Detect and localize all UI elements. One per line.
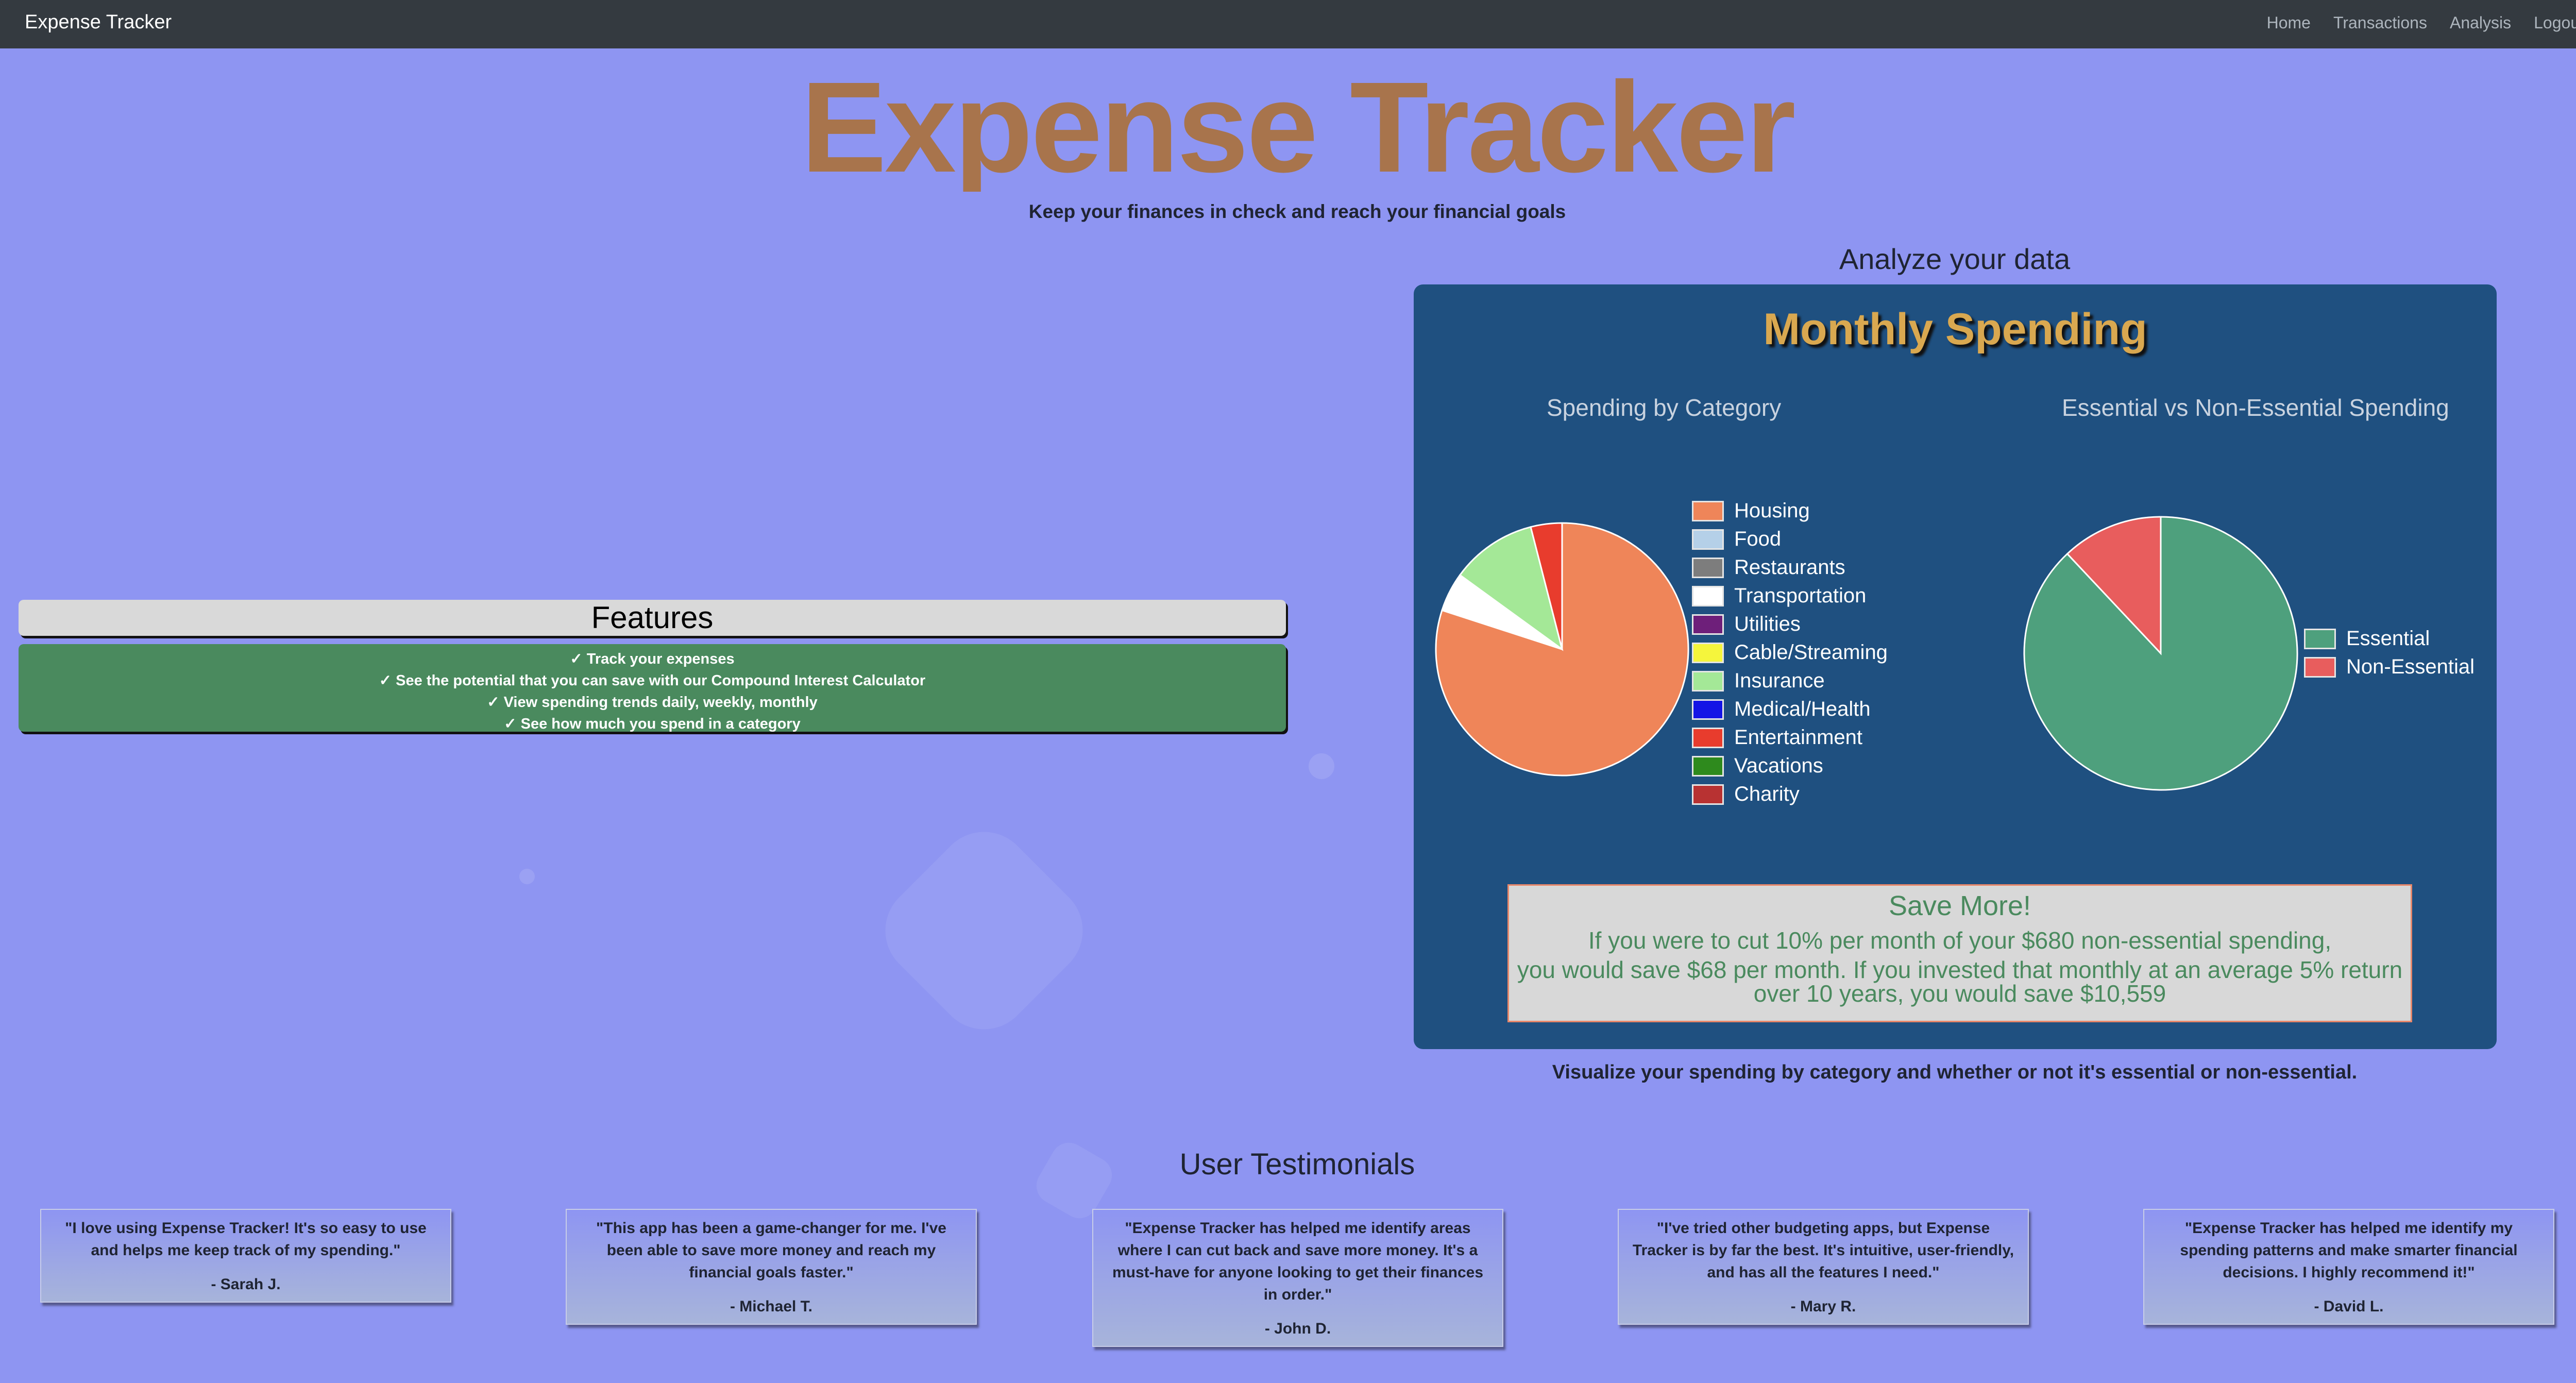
legend-item[interactable]: Charity <box>1692 780 1888 808</box>
feature-item: ✓ Track your expenses <box>570 651 735 667</box>
testimonial-quote: "I've tried other budgeting apps, but Ex… <box>1632 1220 2014 1281</box>
legend-label: Non-Essential <box>2346 655 2475 678</box>
nav-link-analysis[interactable]: Analysis <box>2450 13 2511 32</box>
legend-swatch <box>1692 557 1724 578</box>
legend-label: Entertainment <box>1734 726 1863 749</box>
testimonial-author: - Mary R. <box>1790 1298 1856 1315</box>
legend-swatch <box>1692 755 1724 777</box>
decorative-square <box>866 812 1103 1049</box>
legend-label: Cable/Streaming <box>1734 641 1888 664</box>
legend-label: Transportation <box>1734 584 1867 607</box>
save-more-line: over 10 years, you would save $10,559 <box>1753 980 2166 1007</box>
legend-label: Restaurants <box>1734 556 1845 579</box>
testimonial-quote: "Expense Tracker has helped me identify … <box>2180 1220 2518 1281</box>
analyze-heading: Analyze your data <box>1839 243 2071 275</box>
features-heading: Features <box>19 600 1286 636</box>
legend-label: Housing <box>1734 499 1810 522</box>
legend-swatch <box>2304 656 2336 678</box>
testimonial-card: "Expense Tracker has helped me identify … <box>2143 1209 2554 1325</box>
testimonial-quote: "Expense Tracker has helped me identify … <box>1112 1220 1484 1303</box>
legend-label: Vacations <box>1734 754 1823 777</box>
legend-item[interactable]: Utilities <box>1692 610 1888 638</box>
legend-item[interactable]: Cable/Streaming <box>1692 638 1888 667</box>
save-more-line: If you were to cut 10% per month of your… <box>1588 927 2332 954</box>
feature-item: ✓ See the potential that you can save wi… <box>379 672 926 689</box>
legend-item[interactable]: Entertainment <box>1692 723 1888 752</box>
testimonial-card: "I love using Expense Tracker! It's so e… <box>40 1209 451 1303</box>
testimonials-heading: User Testimonials <box>1179 1148 1415 1181</box>
legend-item[interactable]: Essential <box>2304 625 2475 653</box>
testimonial-author: - Sarah J. <box>211 1276 281 1293</box>
testimonial-quote: "I love using Expense Tracker! It's so e… <box>65 1220 427 1259</box>
legend-swatch <box>1692 585 1724 606</box>
testimonial-author: - John D. <box>1264 1320 1331 1337</box>
legend-item[interactable]: Restaurants <box>1692 553 1888 582</box>
nav-link-logout[interactable]: Logout <box>2534 13 2576 32</box>
feature-item: ✓ View spending trends daily, weekly, mo… <box>487 694 818 711</box>
panel-title: Monthly Spending <box>1763 305 2147 354</box>
legend-item[interactable]: Non-Essential <box>2304 653 2475 681</box>
category-chart-title: Spending by Category <box>1547 394 1782 421</box>
legend-item[interactable]: Insurance <box>1692 667 1888 695</box>
hero-title: Expense Tracker <box>0 63 2576 192</box>
testimonial-author: - Michael T. <box>730 1298 813 1315</box>
feature-item: ✓ See how much you spend in a category <box>504 716 801 732</box>
essential-legend: Essential Non-Essential <box>2304 625 2475 681</box>
legend-swatch <box>1692 642 1724 663</box>
visualize-caption: Visualize your spending by category and … <box>1552 1061 2358 1083</box>
legend-swatch <box>1692 784 1724 805</box>
legend-swatch <box>1692 670 1724 692</box>
legend-label: Insurance <box>1734 669 1825 692</box>
legend-label: Utilities <box>1734 613 1801 635</box>
testimonial-quote: "This app has been a game-changer for me… <box>596 1220 946 1281</box>
legend-swatch <box>1692 500 1724 521</box>
legend-label: Food <box>1734 528 1782 550</box>
decorative-dot <box>519 869 535 884</box>
testimonial-card: "Expense Tracker has helped me identify … <box>1092 1209 1503 1347</box>
essential-pie-chart <box>2023 516 2298 791</box>
category-pie-chart <box>1435 522 1689 777</box>
legend-swatch <box>1692 699 1724 720</box>
navbar: Expense Tracker Home Transactions Analys… <box>0 0 2576 48</box>
essential-chart-title: Essential vs Non-Essential Spending <box>2062 394 2449 421</box>
save-more-line: you would save $68 per month. If you inv… <box>1517 956 2403 983</box>
nav-link-transactions[interactable]: Transactions <box>2333 13 2427 32</box>
legend-item[interactable]: Food <box>1692 525 1888 553</box>
testimonial-card: "This app has been a game-changer for me… <box>566 1209 977 1325</box>
legend-swatch <box>1692 727 1724 748</box>
save-more-heading: Save More! <box>1888 890 2031 921</box>
category-legend: Housing Food Restaurants Transportation Util… <box>1692 497 1888 808</box>
testimonial-author: - David L. <box>2314 1298 2384 1315</box>
brand-link[interactable]: Expense Tracker <box>25 11 172 33</box>
features-list: ✓ Track your expenses ✓ See the potentia… <box>19 644 1286 732</box>
legend-label: Medical/Health <box>1734 698 1871 720</box>
legend-label: Charity <box>1734 783 1800 805</box>
nav-links: Home Transactions Analysis Logout <box>2267 13 2576 32</box>
decorative-dot <box>1309 753 1334 779</box>
legend-item[interactable]: Vacations <box>1692 752 1888 780</box>
legend-item[interactable]: Transportation <box>1692 582 1888 610</box>
nav-link-home[interactable]: Home <box>2267 13 2311 32</box>
legend-swatch <box>1692 614 1724 635</box>
legend-item[interactable]: Housing <box>1692 497 1888 525</box>
legend-swatch <box>1692 529 1724 550</box>
save-more-box: Save More! If you were to cut 10% per mo… <box>1507 884 2412 1022</box>
monthly-spending-panel: Monthly Spending Spending by Category Es… <box>1414 284 2497 1049</box>
testimonial-card: "I've tried other budgeting apps, but Ex… <box>1618 1209 2029 1325</box>
legend-swatch <box>2304 628 2336 649</box>
legend-label: Essential <box>2346 627 2430 650</box>
hero-tagline: Keep your finances in check and reach yo… <box>1028 201 1566 222</box>
legend-item[interactable]: Medical/Health <box>1692 695 1888 723</box>
